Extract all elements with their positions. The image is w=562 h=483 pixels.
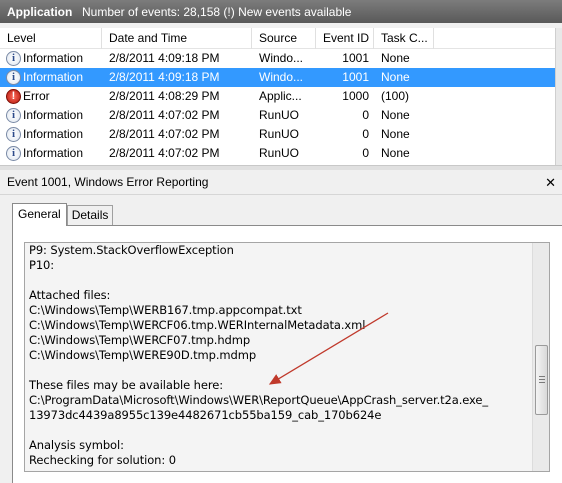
description-line: C:\Windows\Temp\WERCF06.tmp.WERInternalM… [29,318,366,332]
info-icon: i [6,108,21,123]
event-count-status: Number of events: 28,158 (!) New events … [82,4,352,19]
info-icon: i [6,146,21,161]
event-id: 1001 [342,70,369,84]
description-line: P9: System.StackOverflowException [29,243,234,257]
event-task: None [381,70,410,84]
log-title: Application [7,4,73,19]
event-level: Information [23,108,84,122]
description-line [29,273,529,288]
description-line: C:\Windows\Temp\WERE90D.tmp.mdmp [29,348,257,362]
close-icon[interactable]: ✕ [545,175,556,191]
info-icon: i [6,51,21,66]
event-id: 0 [362,146,369,160]
event-source: RunUO [259,127,300,141]
column-header-date[interactable]: Date and Time [102,28,252,49]
description-scrollbar[interactable] [532,243,549,471]
grip-line [539,376,545,377]
event-date: 2/8/2011 4:08:29 PM [109,89,220,103]
details-title-text: Event 1001, Windows Error Reporting [7,175,209,189]
event-id: 0 [362,108,369,122]
event-row[interactable]: i Information 2/8/2011 4:09:18 PM Windo..… [0,49,555,68]
event-source: RunUO [259,146,300,160]
column-header-level[interactable]: Level [0,28,102,49]
description-line: Attached files: [29,288,111,302]
description-line: C:\ProgramData\Microsoft\Windows\WER\Rep… [29,393,489,407]
column-header-task[interactable]: Task C... [374,28,434,49]
event-level: Error [23,89,50,103]
event-date: 2/8/2011 4:07:02 PM [109,146,220,160]
event-source: RunUO [259,108,300,122]
info-icon: i [6,127,21,142]
description-line: 13973dc4439a8955c139e4482671cb55ba159_ca… [29,408,382,422]
description-line: C:\Windows\Temp\WERCF07.tmp.hdmp [29,333,251,347]
details-title: Event 1001, Windows Error Reporting [0,170,562,195]
event-task: None [381,146,410,160]
tab-general[interactable]: General [12,203,67,226]
event-source: Windo... [259,51,304,65]
event-level: Information [23,146,84,160]
event-task: (100) [381,89,410,103]
column-header-event-id[interactable]: Event ID [316,28,374,49]
log-header: Application Number of events: 28,158 (!)… [0,0,562,23]
grid-scrollbar[interactable] [556,28,562,165]
description-line: P10: [29,258,55,272]
info-icon: i [6,70,21,85]
event-date: 2/8/2011 4:07:02 PM [109,108,220,122]
details-tabs: General Details [12,203,114,226]
event-date: 2/8/2011 4:07:02 PM [109,127,220,141]
description-line: Rechecking for solution: 0 [29,453,176,467]
event-row[interactable]: i Information 2/8/2011 4:07:02 PM RunUO 0… [0,144,555,163]
event-task: None [381,51,410,65]
grip-line [539,382,545,383]
event-source: Applic... [259,89,302,103]
grip-line [539,379,545,380]
scrollbar-thumb[interactable] [535,345,548,415]
description-line: These files may be available here: [29,378,223,392]
description-line [29,363,529,378]
events-grid[interactable]: Level Date and Time Source Event ID Task… [0,28,556,165]
event-row[interactable]: i Information 2/8/2011 4:07:02 PM RunUO 0… [0,125,555,144]
event-level: Information [23,70,84,84]
event-task: None [381,108,410,122]
event-description-textbox[interactable]: P9: System.StackOverflowException P10: A… [24,242,550,472]
description-line: C:\Windows\Temp\WERB167.tmp.appcompat.tx… [29,303,302,317]
description-line: Analysis symbol: [29,438,124,452]
error-icon: ! [6,89,21,104]
event-level: Information [23,127,84,141]
description-line [29,423,529,438]
event-id: 1000 [342,89,369,103]
description-lines: P9: System.StackOverflowException P10: A… [29,243,529,468]
event-task: None [381,127,410,141]
event-date: 2/8/2011 4:09:18 PM [109,70,220,84]
event-source: Windo... [259,70,304,84]
event-id: 0 [362,127,369,141]
event-row[interactable]: i Information 2/8/2011 4:07:02 PM RunUO 0… [0,106,555,125]
grid-header: Level Date and Time Source Event ID Task… [0,28,555,49]
column-header-source[interactable]: Source [252,28,316,49]
event-id: 1001 [342,51,369,65]
event-row-selected[interactable]: i Information 2/8/2011 4:09:18 PM Windo..… [0,68,555,87]
event-row[interactable]: ! Error 2/8/2011 4:08:29 PM Applic... 100… [0,87,555,106]
event-date: 2/8/2011 4:09:18 PM [109,51,220,65]
tab-details[interactable]: Details [66,205,114,226]
event-level: Information [23,51,84,65]
